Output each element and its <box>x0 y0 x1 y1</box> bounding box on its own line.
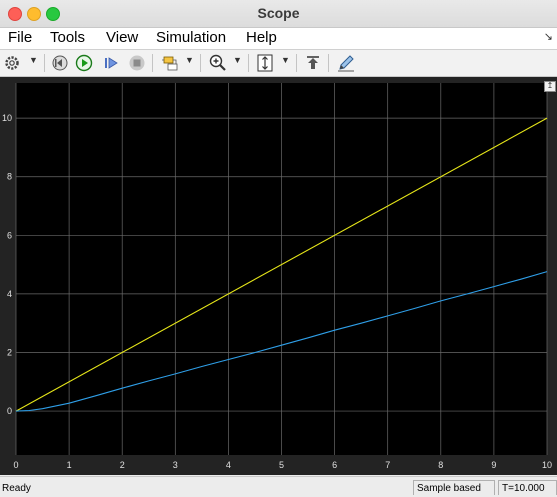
x-tick-label: 9 <box>491 460 496 470</box>
menu-bar: File Tools View Simulation Help ↘ <box>0 28 557 50</box>
x-tick-label: 2 <box>120 460 125 470</box>
toolbar-separator <box>200 54 201 72</box>
sample-mode-label: Sample based <box>413 480 495 495</box>
x-tick-label: 1 <box>67 460 72 470</box>
menu-simulation[interactable]: Simulation <box>156 29 226 46</box>
x-tick-label: 7 <box>385 460 390 470</box>
window-title: Scope <box>257 5 300 21</box>
restore-icon[interactable] <box>304 53 322 73</box>
highlight-block-icon[interactable] <box>161 53 181 73</box>
toolbar: ▼ ▼ ▼ ▼ <box>0 50 557 77</box>
scope-display[interactable]: 0 1 2 3 4 5 6 7 8 9 10 0 2 4 6 8 10 ↥ <box>0 77 557 475</box>
x-tick-label: 5 <box>279 460 284 470</box>
menu-tools[interactable]: Tools <box>50 29 85 46</box>
y-tick-label: 8 <box>7 172 12 182</box>
highlight-dropdown-icon[interactable]: ▼ <box>185 55 194 65</box>
toolbar-separator <box>248 54 249 72</box>
settings-icon[interactable] <box>4 53 20 73</box>
y-tick-label: 10 <box>2 113 12 123</box>
x-tick-label: 10 <box>542 460 552 470</box>
x-tick-label: 0 <box>13 460 18 470</box>
menu-help[interactable]: Help <box>246 29 277 46</box>
y-tick-label: 6 <box>7 230 12 240</box>
step-back-icon[interactable] <box>51 53 69 73</box>
scale-dropdown-icon[interactable]: ▼ <box>281 55 290 65</box>
status-bar: Ready Sample based T=10.000 <box>0 476 557 497</box>
scale-axes-icon[interactable] <box>256 53 274 73</box>
y-tick-label: 4 <box>7 289 12 299</box>
toolbar-separator <box>328 54 329 72</box>
menu-file[interactable]: File <box>8 29 32 46</box>
edit-icon[interactable] <box>336 53 356 73</box>
y-tick-label: 0 <box>7 406 12 416</box>
zoom-in-icon[interactable] <box>208 53 228 73</box>
toolbar-separator <box>296 54 297 72</box>
title-bar: Scope <box>0 0 557 28</box>
scope-axes: 0 1 2 3 4 5 6 7 8 9 10 0 2 4 6 8 10 <box>2 83 552 470</box>
x-tick-label: 4 <box>226 460 231 470</box>
menu-view[interactable]: View <box>106 29 138 46</box>
status-ready-text: Ready <box>2 483 31 494</box>
expand-legend-icon[interactable]: ↥ <box>544 81 556 92</box>
step-forward-icon[interactable] <box>102 53 120 73</box>
simulation-time-label: T=10.000 <box>498 480 557 495</box>
toolbar-separator <box>44 54 45 72</box>
run-icon[interactable] <box>75 53 93 73</box>
menu-overflow-icon[interactable]: ↘ <box>544 30 553 43</box>
x-tick-label: 3 <box>173 460 178 470</box>
x-tick-label: 6 <box>332 460 337 470</box>
settings-dropdown-icon[interactable]: ▼ <box>29 55 38 65</box>
y-tick-label: 2 <box>7 347 12 357</box>
stop-icon[interactable] <box>128 53 146 73</box>
x-tick-label: 8 <box>438 460 443 470</box>
toolbar-separator <box>152 54 153 72</box>
zoom-dropdown-icon[interactable]: ▼ <box>233 55 242 65</box>
